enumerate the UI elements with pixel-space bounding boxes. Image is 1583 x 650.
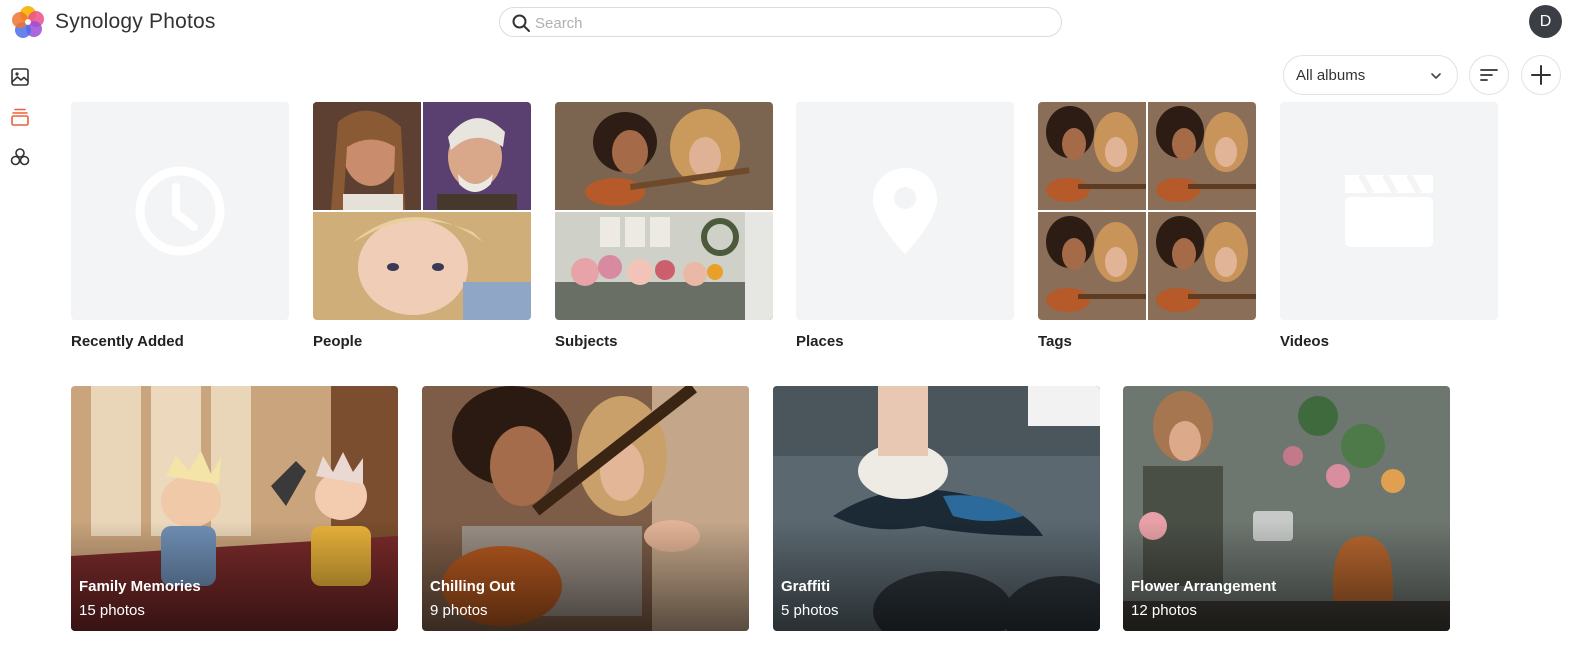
album-photo-count: 15 photos xyxy=(79,602,145,619)
category-thumbnail xyxy=(1280,102,1498,320)
album-photo-count: 9 photos xyxy=(430,602,488,619)
category-people[interactable]: People xyxy=(313,102,531,350)
category-label: Tags xyxy=(1038,333,1072,350)
album-card[interactable]: Family Memories 15 photos xyxy=(71,386,398,631)
synology-photos-logo xyxy=(12,6,44,38)
category-label: Recently Added xyxy=(71,333,184,350)
map-pin-icon xyxy=(873,168,937,254)
add-album-button[interactable] xyxy=(1521,55,1561,95)
tag-photo xyxy=(1038,102,1146,210)
album-title: Chilling Out xyxy=(430,578,515,595)
clapperboard-icon xyxy=(1345,173,1433,247)
shared-icon[interactable] xyxy=(9,146,31,168)
clock-icon xyxy=(135,166,225,256)
category-thumbnail xyxy=(796,102,1014,320)
category-thumbnail xyxy=(1038,102,1256,320)
category-label: Videos xyxy=(1280,333,1329,350)
person-photo xyxy=(423,102,531,210)
category-thumbnail xyxy=(71,102,289,320)
tag-photo xyxy=(1148,102,1256,210)
person-photo xyxy=(313,102,421,210)
search-icon xyxy=(512,14,530,32)
album-filter-label: All albums xyxy=(1296,67,1366,84)
image-icon[interactable] xyxy=(9,66,31,88)
sort-icon xyxy=(1480,69,1498,81)
category-videos[interactable]: Videos xyxy=(1280,102,1498,350)
app-title: Synology Photos xyxy=(55,10,216,33)
album-photo-count: 5 photos xyxy=(781,602,839,619)
album-card[interactable]: Graffiti 5 photos xyxy=(773,386,1100,631)
category-label: Subjects xyxy=(555,333,618,350)
album-photo-count: 12 photos xyxy=(1131,602,1197,619)
search-bar[interactable] xyxy=(499,7,1062,37)
category-places[interactable]: Places xyxy=(796,102,1014,350)
tag-photo xyxy=(1038,212,1146,320)
category-label: People xyxy=(313,333,363,350)
album-title: Flower Arrangement xyxy=(1131,578,1277,595)
subject-photo xyxy=(555,102,773,210)
chevron-down-icon xyxy=(1431,73,1441,79)
search-input[interactable] xyxy=(535,12,1045,34)
category-label: Places xyxy=(796,333,844,350)
category-recently-added[interactable]: Recently Added xyxy=(71,102,289,350)
category-subjects[interactable]: Subjects xyxy=(555,102,773,350)
tag-photo xyxy=(1148,212,1256,320)
person-photo xyxy=(313,212,531,320)
album-card[interactable]: Flower Arrangement 12 photos xyxy=(1123,386,1450,631)
subject-photo xyxy=(555,212,773,320)
category-thumbnail xyxy=(555,102,773,320)
sort-button[interactable] xyxy=(1469,55,1509,95)
category-thumbnail xyxy=(313,102,531,320)
album-filter-select[interactable]: All albums xyxy=(1283,55,1458,95)
category-tags[interactable]: Tags xyxy=(1038,102,1256,350)
album-title: Graffiti xyxy=(781,578,831,595)
plus-icon xyxy=(1531,65,1551,85)
album-title: Family Memories xyxy=(79,578,201,595)
user-avatar[interactable]: D xyxy=(1529,5,1562,38)
album-card[interactable]: Chilling Out 9 photos xyxy=(422,386,749,631)
albums-icon[interactable] xyxy=(9,106,31,128)
